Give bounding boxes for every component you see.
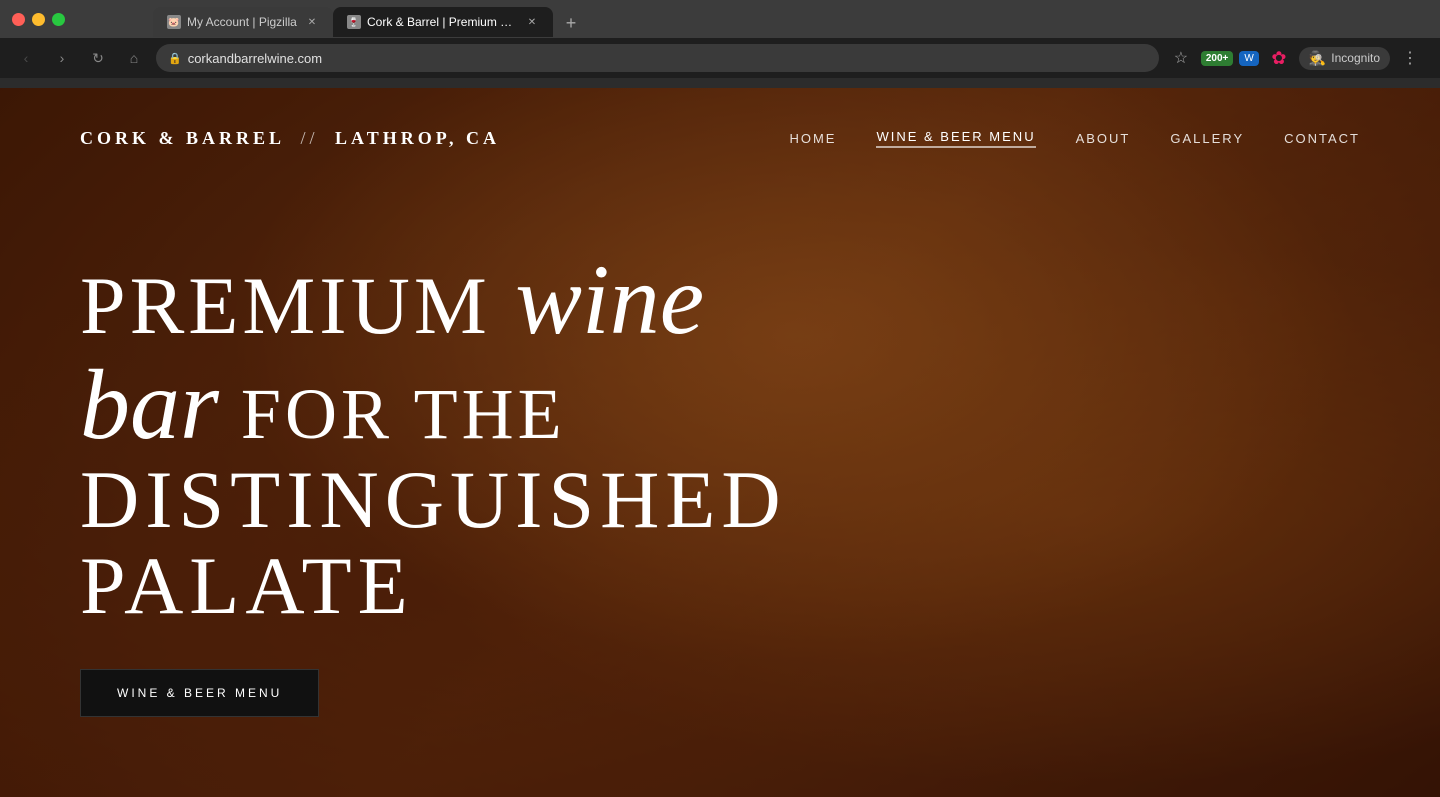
address-input[interactable]: 🔒 corkandbarrelwine.com <box>156 44 1159 72</box>
tab-2-favicon: 🍷 <box>347 15 361 29</box>
tab-1-favicon: 🐷 <box>167 15 181 29</box>
hero-wine-cursive: wine <box>515 244 704 355</box>
window-controls <box>12 13 65 26</box>
title-bar: 🐷 My Account | Pigzilla ✕ 🍷 Cork & Barre… <box>0 0 1440 38</box>
hero-premium-text: PREMIUM <box>80 260 515 351</box>
nav-home[interactable]: HOME <box>789 131 836 146</box>
browser-chrome: 🐷 My Account | Pigzilla ✕ 🍷 Cork & Barre… <box>0 0 1440 88</box>
tab-1[interactable]: 🐷 My Account | Pigzilla ✕ <box>153 7 333 37</box>
lock-icon: 🔒 <box>168 52 182 65</box>
forward-button[interactable]: › <box>48 44 76 72</box>
tab-2-close[interactable]: ✕ <box>525 15 539 29</box>
logo-text-1: CORK & BARREL <box>80 128 284 148</box>
logo-text-2: LATHROP, CA <box>335 128 500 148</box>
back-button[interactable]: ‹ <box>12 44 40 72</box>
url-text: corkandbarrelwine.com <box>188 51 322 66</box>
close-window-btn[interactable] <box>12 13 25 26</box>
nav-wine-beer-menu[interactable]: WINE & BEER MENU <box>876 129 1035 148</box>
address-bar: ‹ › ↻ ⌂ 🔒 corkandbarrelwine.com ☆ 200+ W… <box>0 38 1440 78</box>
tab-1-title: My Account | Pigzilla <box>187 15 299 29</box>
star-icon[interactable]: ☆ <box>1167 44 1195 72</box>
incognito-icon: 🕵 <box>1309 50 1326 67</box>
more-button[interactable]: ⋮ <box>1396 44 1424 72</box>
logo-slash: // <box>301 128 319 148</box>
maximize-window-btn[interactable] <box>52 13 65 26</box>
incognito-button[interactable]: 🕵 Incognito <box>1299 47 1390 70</box>
website: CORK & BARREL // LATHROP, CA HOME WINE &… <box>0 88 1440 797</box>
nav-about[interactable]: ABOUT <box>1076 131 1131 146</box>
nav-links: HOME WINE & BEER MENU ABOUT GALLERY CONT… <box>789 129 1360 148</box>
minimize-window-btn[interactable] <box>32 13 45 26</box>
rose-icon[interactable]: ✿ <box>1265 44 1293 72</box>
tab-2-title: Cork & Barrel | Premium Wine B… <box>367 15 519 29</box>
hero-line-3: DISTINGUISHED <box>80 457 760 543</box>
hero-title: PREMIUM wine bar FOR THE DISTINGUISHED P… <box>80 247 760 629</box>
hero-line-1: PREMIUM wine <box>80 247 760 352</box>
cta-label: WINE & BEER MENU <box>117 686 282 700</box>
ext2-badge[interactable]: W <box>1239 51 1258 66</box>
tabs-bar: 🐷 My Account | Pigzilla ✕ 🍷 Cork & Barre… <box>73 1 665 37</box>
site-navigation: CORK & BARREL // LATHROP, CA HOME WINE &… <box>0 88 1440 189</box>
home-button[interactable]: ⌂ <box>120 44 148 72</box>
hero-for-the-text: FOR THE <box>219 374 566 454</box>
hero-line-4: PALATE <box>80 543 760 629</box>
ext1-badge[interactable]: 200+ <box>1201 51 1234 66</box>
nav-gallery[interactable]: GALLERY <box>1170 131 1244 146</box>
tab-2[interactable]: 🍷 Cork & Barrel | Premium Wine B… ✕ <box>333 7 553 37</box>
cta-button[interactable]: WINE & BEER MENU <box>80 669 319 717</box>
hero-bar-cursive: bar <box>80 349 219 460</box>
tab-1-close[interactable]: ✕ <box>305 15 319 29</box>
refresh-button[interactable]: ↻ <box>84 44 112 72</box>
hero-line-2: bar FOR THE <box>80 352 760 457</box>
site-logo[interactable]: CORK & BARREL // LATHROP, CA <box>80 128 500 149</box>
toolbar-right: ☆ 200+ W ✿ 🕵 Incognito ⋮ <box>1167 44 1428 72</box>
hero-content: PREMIUM wine bar FOR THE DISTINGUISHED P… <box>80 247 760 717</box>
incognito-label: Incognito <box>1331 51 1380 65</box>
nav-contact[interactable]: CONTACT <box>1284 131 1360 146</box>
new-tab-button[interactable]: + <box>557 9 585 37</box>
